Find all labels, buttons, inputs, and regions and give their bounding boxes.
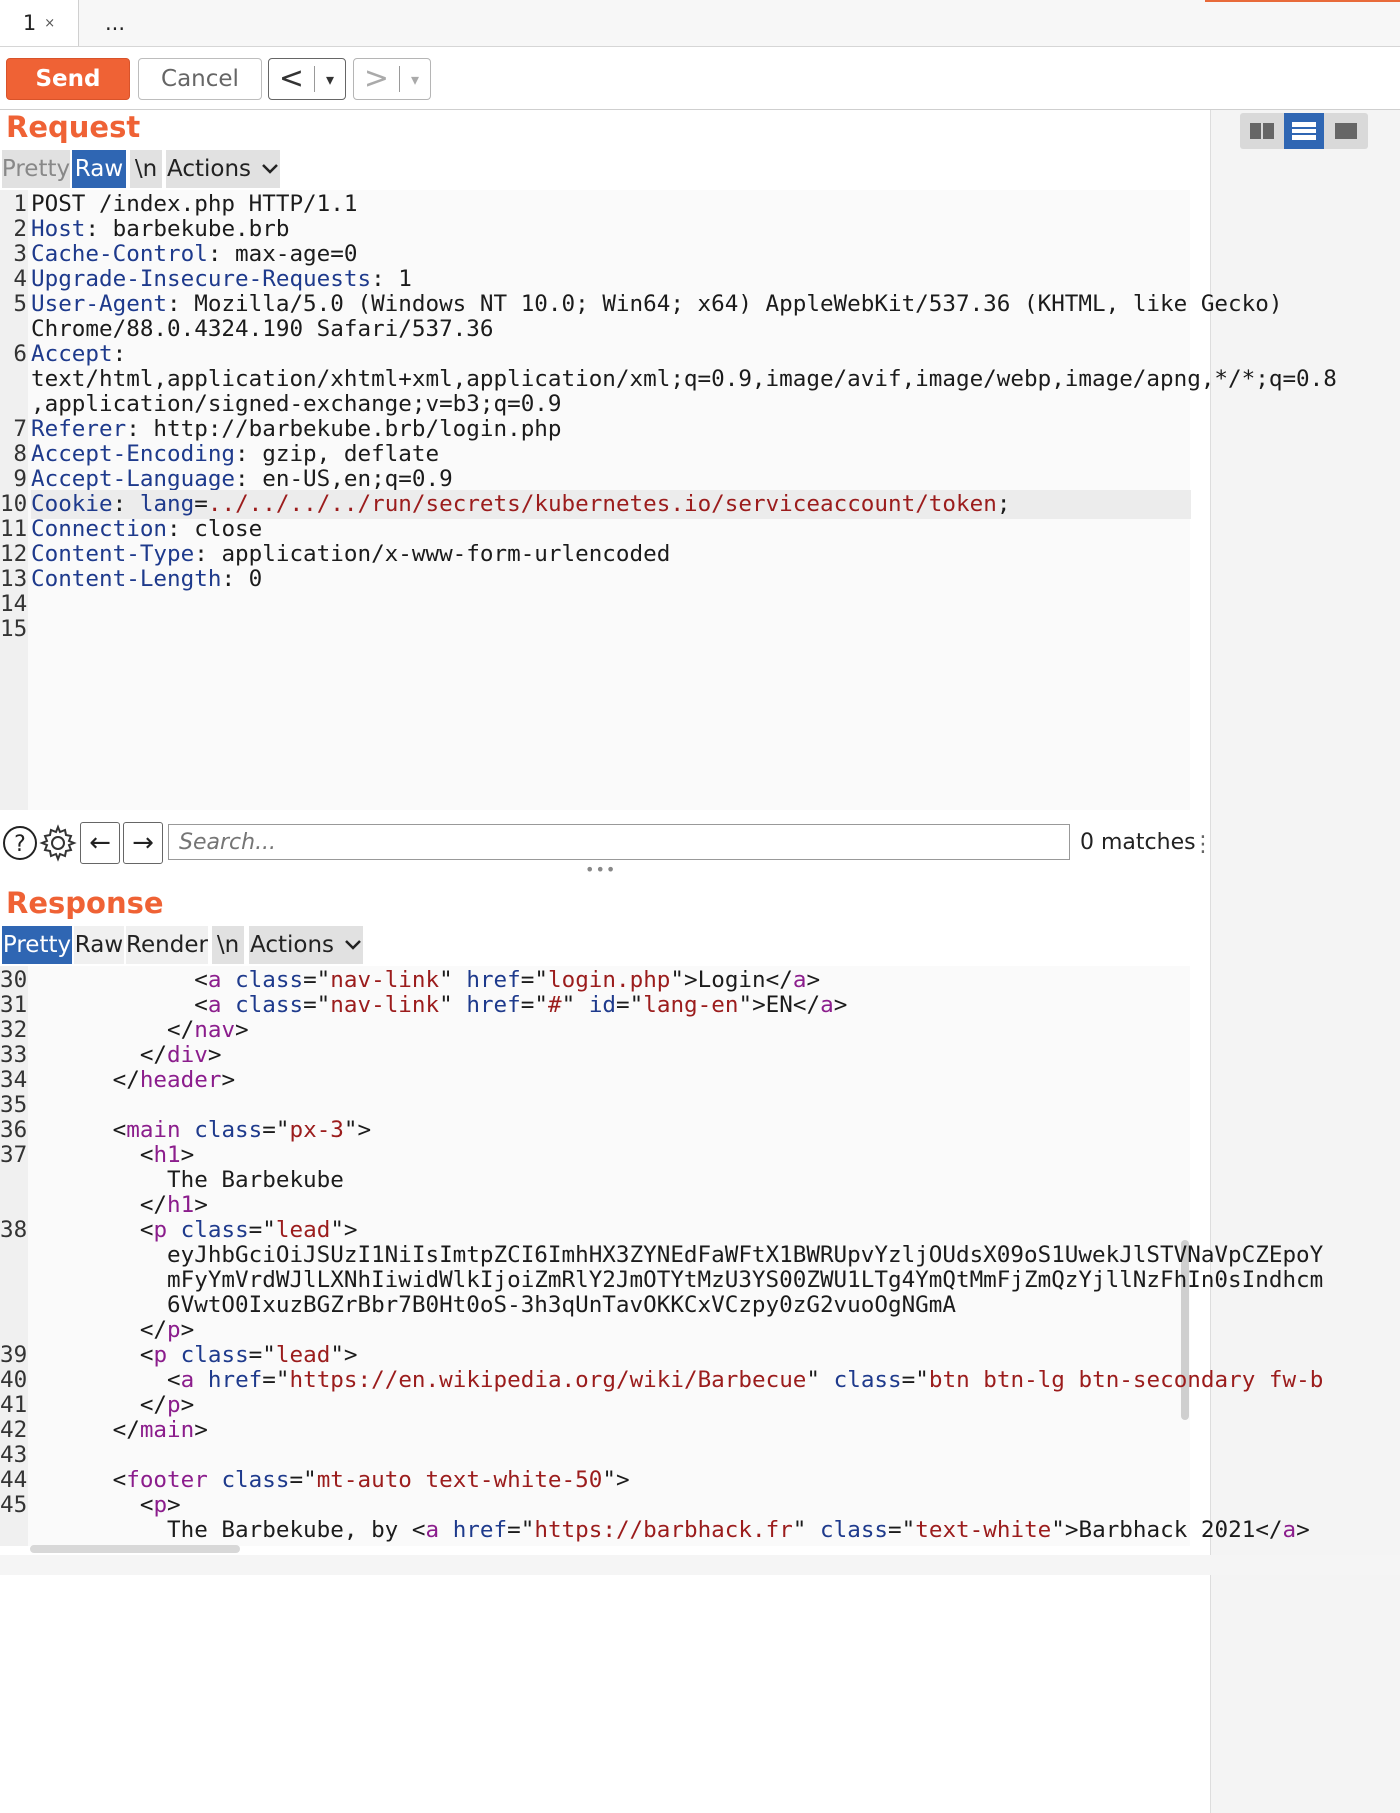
request-search-input[interactable] [168,824,1070,860]
tab-strip-accent [1205,0,1400,2]
line-number: 45 [0,1492,28,1518]
layout-side-by-side-icon[interactable] [1242,113,1282,149]
gear-icon[interactable] [38,822,78,864]
layout-switcher [1240,113,1368,149]
response-tab-raw[interactable]: Raw [74,926,124,964]
response-actions-menu[interactable]: Actions [249,926,363,964]
tab-1[interactable]: 1 × [0,0,79,46]
request-tab-newline[interactable]: \n [130,150,162,188]
arrow-left-icon: ← [89,828,111,858]
search-previous-button[interactable]: ← [80,822,120,864]
panel-splitter[interactable]: ••• [585,860,616,879]
response-tab-newline[interactable]: \n [212,926,244,964]
chevron-right-icon: > [363,61,390,96]
history-forward-button[interactable]: > ▾ [353,58,431,100]
request-actions-menu[interactable]: Actions [166,150,280,188]
chevron-down-icon [345,940,361,950]
request-tab-raw[interactable]: Raw [72,150,126,188]
actions-label: Actions [166,156,251,182]
request-tab-pretty[interactable]: Pretty [2,150,70,188]
code-line: </main> [31,1417,208,1443]
line-number: 38 [0,1217,28,1243]
line-number: 15 [0,616,28,642]
request-heading: Request [6,110,141,144]
history-back-button[interactable]: < ▾ [268,58,346,100]
cancel-button[interactable]: Cancel [138,58,262,100]
code-line: Content-Length: 0 [31,566,263,592]
more-options-icon[interactable]: ⋮ [1192,832,1214,857]
response-horizontal-scrollbar[interactable] [30,1545,240,1553]
code-line: The Barbekube, by <a href="https://barbh… [31,1517,1310,1543]
layout-stacked-icon[interactable] [1284,113,1324,149]
chevron-down-icon[interactable]: ▾ [315,70,345,89]
chevron-down-icon [262,164,278,174]
chevron-down-icon[interactable]: ▾ [400,70,430,89]
line-number: 6 [13,341,27,367]
arrow-right-icon: → [132,828,154,858]
search-next-button[interactable]: → [123,822,163,864]
chevron-left-icon: < [278,61,305,96]
response-search-row [0,1555,1400,1575]
line-number: 5 [13,291,27,317]
tab-more[interactable]: ... [78,0,152,46]
actions-label: Actions [249,932,334,958]
help-glyph: ? [14,832,26,857]
send-button[interactable]: Send [6,58,130,100]
request-search-matches: 0 matches [1080,830,1196,855]
line-number: 37 [0,1142,28,1168]
response-tab-render[interactable]: Render [126,926,208,964]
layout-single-icon[interactable] [1326,113,1366,149]
response-heading: Response [6,886,164,920]
code-line: </header> [31,1067,236,1093]
close-icon[interactable]: × [44,16,55,31]
code-line: <a href="https://en.wikipedia.org/wiki/B… [31,1367,1324,1393]
tab-1-label: 1 [22,11,37,35]
help-icon[interactable]: ? [0,822,40,864]
tab-strip [0,0,1400,47]
response-tab-pretty[interactable]: Pretty [2,926,72,964]
